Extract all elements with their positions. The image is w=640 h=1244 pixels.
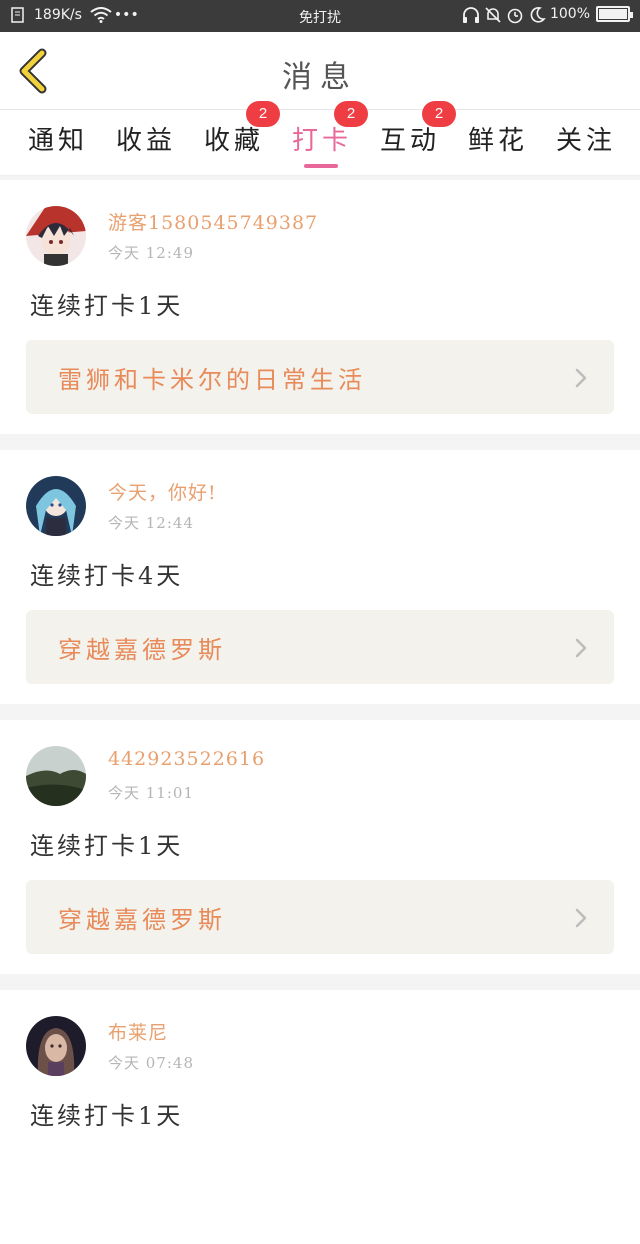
tab-6[interactable]: 关注 <box>546 118 626 170</box>
avatar[interactable] <box>26 1016 86 1076</box>
avatar[interactable] <box>26 476 86 536</box>
tab-label: 鲜花 <box>467 126 528 156</box>
checkin-streak: 连续打卡1天 <box>30 1102 184 1130</box>
post-time: 今天 11:01 <box>108 784 194 802</box>
tab-3[interactable]: 打卡 2 <box>282 101 368 170</box>
tab-0[interactable]: 通知 <box>18 118 98 170</box>
book-link[interactable]: 穿越嘉德罗斯 <box>26 610 614 684</box>
post-time: 今天 12:44 <box>108 514 194 532</box>
tab-bar: 通知 收益 收藏 2 打卡 2 互动 2 鲜花 关注 <box>0 101 640 176</box>
alarm-icon <box>506 6 523 24</box>
checkin-card: 今天，你好! 今天 12:44 连续打卡4天穿越嘉德罗斯 <box>0 450 640 704</box>
book-link[interactable]: 穿越嘉德罗斯 <box>26 880 614 954</box>
battery-icon <box>596 6 633 22</box>
moon-icon <box>528 6 546 23</box>
tab-label: 收益 <box>115 126 176 156</box>
tab-label: 通知 <box>27 126 88 156</box>
chevron-right-icon <box>574 637 588 659</box>
book-title: 穿越嘉德罗斯 <box>58 636 226 664</box>
username[interactable]: 今天，你好! <box>108 478 217 505</box>
chevron-right-icon <box>574 367 588 389</box>
battery-percent: 100% <box>549 6 590 22</box>
checkin-card: 442923522616 今天 11:01 连续打卡1天穿越嘉德罗斯 <box>0 720 640 974</box>
book-title: 雷狮和卡米尔的日常生活 <box>58 366 366 394</box>
tab-badge: 2 <box>422 101 456 127</box>
post-time: 今天 07:48 <box>108 1054 194 1072</box>
tab-label: 关注 <box>555 126 616 156</box>
book-title: 穿越嘉德罗斯 <box>58 906 226 934</box>
tab-5[interactable]: 鲜花 <box>458 118 538 170</box>
tab-badge: 2 <box>246 101 280 127</box>
active-tab-indicator <box>304 164 338 168</box>
avatar[interactable] <box>26 746 86 806</box>
tab-4[interactable]: 互动 2 <box>370 101 456 170</box>
username[interactable]: 布莱尼 <box>108 1018 168 1045</box>
tab-2[interactable]: 收藏 2 <box>194 101 280 170</box>
mute-bell-icon <box>484 6 501 23</box>
checkin-card: 游客1580545749387 今天 12:49 连续打卡1天雷狮和卡米尔的日常生活 <box>0 180 640 434</box>
page-title: 消息 <box>282 60 358 95</box>
headphones-icon <box>462 6 479 23</box>
status-bar: 189K/s ••• 免打扰 100% <box>0 0 640 32</box>
tab-badge: 2 <box>334 101 368 127</box>
book-link[interactable]: 雷狮和卡米尔的日常生活 <box>26 340 614 414</box>
checkin-streak: 连续打卡1天 <box>30 832 184 860</box>
checkin-streak: 连续打卡4天 <box>30 562 184 590</box>
checkin-streak: 连续打卡1天 <box>30 292 184 320</box>
header: 消息 <box>0 32 640 110</box>
avatar[interactable] <box>26 206 86 266</box>
username[interactable]: 442923522616 <box>108 748 265 770</box>
chevron-right-icon <box>574 907 588 929</box>
username[interactable]: 游客1580545749387 <box>108 208 318 235</box>
tab-1[interactable]: 收益 <box>106 118 186 170</box>
checkin-card: 布莱尼今天 07:48 连续打卡1天 <box>0 990 640 1244</box>
post-time: 今天 12:49 <box>108 244 194 262</box>
